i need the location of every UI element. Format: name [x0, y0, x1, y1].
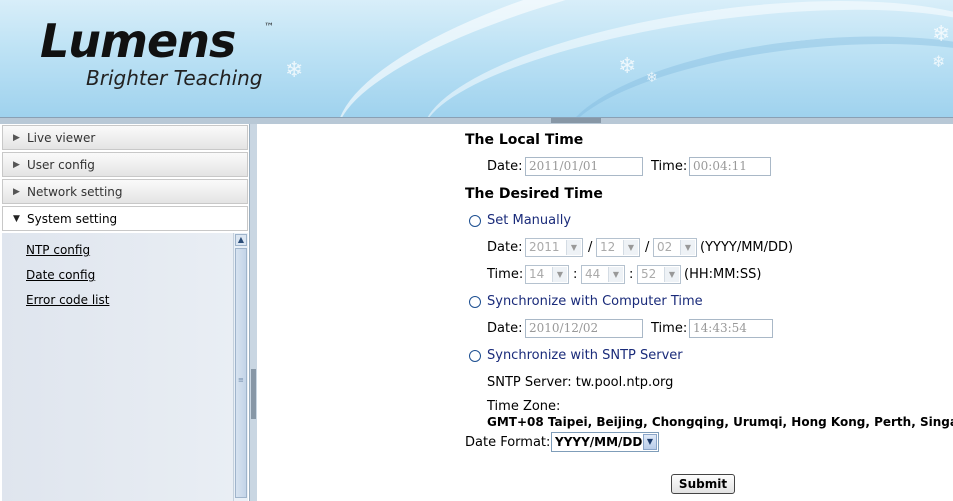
- day-select[interactable]: 02 ▼: [653, 238, 697, 257]
- splitter-grip[interactable]: [551, 118, 601, 123]
- sidebar-item-label: Network setting: [27, 185, 123, 199]
- header-banner: ❄ ❄ ❄ ❄ ❄ Lumens ™ Brighter Teaching: [0, 0, 953, 117]
- computer-date-label: Date:: [487, 321, 523, 336]
- grip-icon: ≡: [238, 376, 244, 384]
- sntp-server-text: SNTP Server: tw.pool.ntp.org: [487, 375, 674, 390]
- trademark-mark: ™: [264, 22, 274, 33]
- date-format-hint: (YYYY/MM/DD): [700, 240, 794, 255]
- date-format-label: Date Format:: [465, 435, 551, 450]
- sidebar-item-label: User config: [27, 158, 95, 172]
- set-manually-label[interactable]: Set Manually: [487, 213, 571, 228]
- day-value: 02: [657, 240, 673, 254]
- date-separator: /: [588, 240, 593, 255]
- time-zone-label: Time Zone:: [487, 399, 561, 414]
- sync-computer-radio[interactable]: [469, 296, 481, 308]
- scrollbar-thumb[interactable]: ≡: [235, 248, 247, 498]
- submenu-link-date-config[interactable]: Date config: [26, 268, 95, 282]
- submenu-link-ntp-config[interactable]: NTP config: [26, 243, 90, 257]
- submit-button[interactable]: Submit: [671, 474, 735, 494]
- second-value: 52: [641, 267, 657, 281]
- hour-select[interactable]: 14 ▼: [525, 265, 569, 284]
- chevron-down-icon: ▼: [623, 240, 638, 255]
- chevron-down-icon: ▼: [566, 240, 581, 255]
- local-date-label: Date:: [487, 159, 523, 174]
- time-zone-value: GMT+08 Taipei, Beijing, Chongqing, Urumq…: [487, 415, 953, 429]
- time-format-hint: (HH:MM:SS): [684, 267, 762, 282]
- submenu-link-error-code-list[interactable]: Error code list: [26, 293, 109, 307]
- logo: Lumens: [40, 14, 236, 68]
- snowflake-icon: ❄: [285, 58, 304, 83]
- local-time-heading: The Local Time: [465, 132, 584, 148]
- sidebar-item-live-viewer[interactable]: ▶ Live viewer: [2, 125, 248, 150]
- chevron-right-icon: ▶: [13, 187, 20, 197]
- logo-tagline: Brighter Teaching: [86, 66, 263, 90]
- computer-time-label: Time:: [651, 321, 688, 336]
- sidebar-item-label: System setting: [27, 212, 118, 226]
- hour-value: 14: [529, 267, 545, 281]
- date-format-value: YYYY/MM/DD: [555, 435, 643, 449]
- computer-time-field: 14:43:54: [689, 319, 773, 338]
- chevron-down-icon: ▼: [608, 267, 623, 282]
- chevron-down-icon: ▼: [643, 434, 657, 450]
- year-value: 2011: [529, 240, 560, 254]
- chevron-down-icon: ▼: [664, 267, 679, 282]
- minute-value: 44: [585, 267, 601, 281]
- second-select[interactable]: 52 ▼: [637, 265, 681, 284]
- splitter-grip[interactable]: [251, 369, 256, 419]
- snowflake-icon: ❄: [618, 54, 637, 79]
- sidebar-item-label: Live viewer: [27, 131, 96, 145]
- sync-computer-label[interactable]: Synchronize with Computer Time: [487, 294, 703, 309]
- chevron-down-icon: ▼: [680, 240, 695, 255]
- main-content: The Local Time Date: 2011/01/01 Time: 00…: [257, 124, 953, 501]
- sidebar-scrollbar[interactable]: ▲ ≡: [233, 233, 248, 501]
- time-separator: :: [629, 267, 634, 282]
- local-time-label: Time:: [651, 159, 688, 174]
- sync-sntp-label[interactable]: Synchronize with SNTP Server: [487, 348, 683, 363]
- minute-select[interactable]: 44 ▼: [581, 265, 625, 284]
- manual-time-label: Time:: [487, 267, 524, 282]
- sidebar-item-system-setting[interactable]: ▼ System setting: [2, 206, 248, 231]
- set-manually-radio[interactable]: [469, 215, 481, 227]
- local-date-field: 2011/01/01: [525, 157, 643, 176]
- snowflake-icon: ❄: [932, 22, 951, 47]
- month-value: 12: [600, 240, 616, 254]
- year-select[interactable]: 2011 ▼: [525, 238, 583, 257]
- month-select[interactable]: 12 ▼: [596, 238, 640, 257]
- chevron-down-icon: ▼: [552, 267, 567, 282]
- desired-time-heading: The Desired Time: [465, 186, 603, 202]
- sync-sntp-radio[interactable]: [469, 350, 481, 362]
- scroll-up-icon[interactable]: ▲: [235, 234, 247, 246]
- computer-date-field: 2010/12/02: [525, 319, 643, 338]
- manual-date-label: Date:: [487, 240, 523, 255]
- submenu-panel: NTP config Date config Error code list: [2, 233, 234, 501]
- chevron-down-icon: ▼: [13, 214, 20, 224]
- date-format-select[interactable]: YYYY/MM/DD ▼: [551, 432, 659, 452]
- snowflake-icon: ❄: [646, 70, 658, 86]
- sidebar: ▶ Live viewer ▶ User config ▶ Network se…: [0, 124, 249, 501]
- date-separator: /: [645, 240, 650, 255]
- local-time-field: 00:04:11: [689, 157, 771, 176]
- sidebar-item-user-config[interactable]: ▶ User config: [2, 152, 248, 177]
- snowflake-icon: ❄: [932, 52, 946, 71]
- chevron-right-icon: ▶: [13, 160, 20, 170]
- time-separator: :: [573, 267, 578, 282]
- sidebar-item-network-setting[interactable]: ▶ Network setting: [2, 179, 248, 204]
- chevron-right-icon: ▶: [13, 133, 20, 143]
